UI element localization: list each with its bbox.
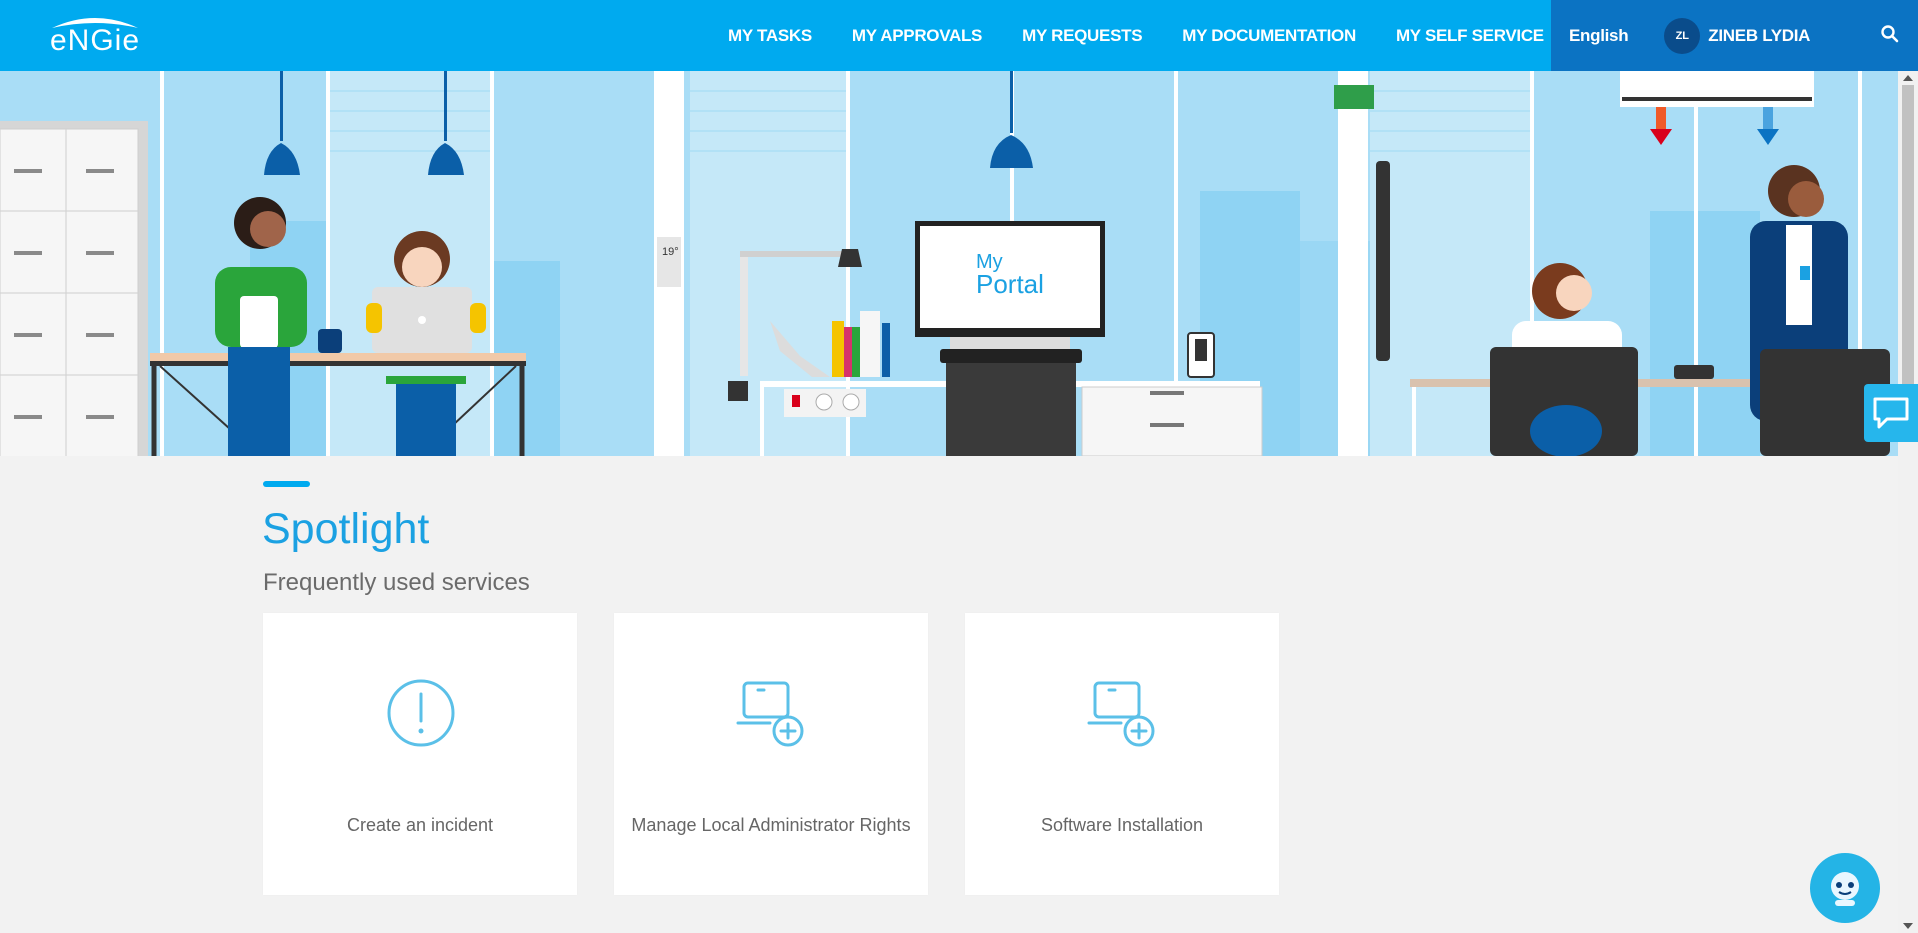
alert-icon [387,679,455,747]
language-selector[interactable]: English [1569,26,1629,46]
user-area: English ZL ZINEB LYDIA [1551,0,1918,71]
avatar[interactable]: ZL [1664,17,1701,54]
nav-my-approvals[interactable]: MY APPROVALS [852,26,983,46]
laptop-add-icon [736,681,804,747]
page-scrollbar[interactable] [1898,71,1918,933]
logo-text: eNGie [49,24,141,57]
section-subtitle: Frequently used services [263,569,530,596]
nav-my-requests[interactable]: MY REQUESTS [1022,26,1142,46]
scroll-thumb[interactable] [1902,85,1914,403]
monitor-text-portal: Portal [976,269,1044,299]
scroll-up-arrow-icon[interactable] [1903,75,1913,81]
search-icon[interactable] [1880,24,1900,44]
service-card-create-incident[interactable]: Create an incident [263,613,577,895]
card-label: Manage Local Administrator Rights [631,815,911,835]
main-nav: MY TASKS MY APPROVALS MY REQUESTS MY DOC… [728,0,1544,71]
chat-bubble-icon [1873,397,1909,429]
nav-my-documentation[interactable]: MY DOCUMENTATION [1182,26,1356,46]
card-label: Create an incident [346,815,494,835]
chatbot-button[interactable] [1810,853,1880,923]
top-navigation-bar: eNGie MY TASKS MY APPROVALS MY REQUESTS … [0,0,1918,71]
nav-my-self-service[interactable]: MY SELF SERVICE [1396,26,1544,46]
thermostat-text: 19° [662,246,679,258]
laptop-add-icon [1087,681,1155,747]
chat-side-button[interactable] [1864,384,1918,442]
scroll-down-arrow-icon[interactable] [1903,923,1913,929]
user-name[interactable]: ZINEB LYDIA [1708,26,1810,46]
nav-my-tasks[interactable]: MY TASKS [728,26,812,46]
robot-icon [1831,872,1859,906]
service-card-software-installation[interactable]: Software Installation [965,613,1279,895]
card-label: Software Installation [1040,815,1204,835]
section-title: Spotlight [262,505,430,553]
engie-logo[interactable]: eNGie [40,14,150,58]
section-accent-bar [263,481,310,487]
hero-office-illustration: 19° My Portal [0,71,1898,456]
office-illustration: 19° My Portal [0,71,1898,456]
service-card-local-admin-rights[interactable]: Manage Local Administrator Rights [614,613,928,895]
